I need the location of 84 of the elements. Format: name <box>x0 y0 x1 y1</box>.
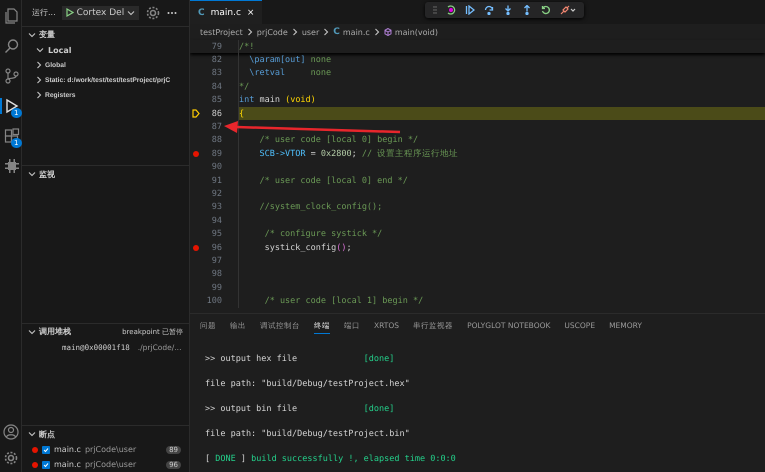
breakpoint-dot <box>32 462 38 468</box>
breadcrumb-item[interactable]: main(void) <box>384 28 438 36</box>
line-number: 85 <box>210 95 222 106</box>
tree-item[interactable]: Local <box>22 42 189 58</box>
current-line-icon <box>192 109 200 118</box>
line-number: 82 <box>210 55 222 66</box>
line-number: 83 <box>210 68 222 78</box>
more-icon[interactable] <box>167 10 178 15</box>
checkbox[interactable] <box>42 446 50 454</box>
section-header[interactable]: 变量 <box>22 26 189 43</box>
account-icon[interactable] <box>2 424 18 440</box>
code-line: \param[out] none <box>248 55 332 66</box>
code-line: { <box>239 108 244 119</box>
terminal-line: [ DONE ] build successfully !, elapsed time 0:0:0 <box>205 454 456 464</box>
line-number: 92 <box>210 188 222 199</box>
chevron-down-icon[interactable] <box>28 170 36 178</box>
line-number: 93 <box>210 202 222 212</box>
chevron-down-icon[interactable] <box>127 8 136 17</box>
cube-icon <box>384 28 392 36</box>
section-header[interactable]: 监视 <box>22 166 189 182</box>
settings-icon[interactable] <box>145 4 162 21</box>
panel-title: 运行... <box>32 7 56 18</box>
line-number: 100 <box>206 296 222 306</box>
code-line: /*! <box>239 42 254 52</box>
breakpoint-dot[interactable] <box>193 244 199 251</box>
chevron-right-icon[interactable] <box>290 28 299 36</box>
disconnect-icon[interactable] <box>560 5 576 15</box>
extensions-icon[interactable] <box>4 128 20 144</box>
line-number: 87 <box>210 122 222 132</box>
line-number: 90 <box>210 162 222 172</box>
breadcrumb-item[interactable]: C main.c <box>333 27 370 37</box>
code-line: int main (void) <box>239 95 316 106</box>
breakpoint-dot[interactable] <box>193 150 199 157</box>
line-number: 79 <box>210 42 222 52</box>
chevron-right-icon[interactable] <box>322 28 330 36</box>
chip-icon[interactable] <box>4 158 20 174</box>
line-number: 89 <box>210 148 222 159</box>
chevron-right-icon[interactable] <box>372 28 381 36</box>
code-line: /* configure systick */ <box>264 229 382 240</box>
chevron-down-icon[interactable] <box>28 328 36 336</box>
breadcrumb-item[interactable]: testProject <box>200 28 243 36</box>
step-out-icon[interactable] <box>522 5 532 15</box>
line-number: 98 <box>210 269 222 280</box>
breakpoint-dot <box>32 446 38 452</box>
line-number: 84 <box>210 82 222 92</box>
launch-config-dropdown[interactable]: Cortex Del <box>62 6 140 20</box>
terminal-line: >> output bin file [done] <box>205 404 394 414</box>
code-line: /* user code [local 0] end */ <box>258 176 408 186</box>
code-line: //system_clock_config(); <box>258 202 382 212</box>
line-number: 96 <box>210 242 222 253</box>
terminal-line: >> output hex file [done] <box>205 354 394 364</box>
step-over-icon[interactable] <box>484 5 494 15</box>
run-debug-icon[interactable] <box>4 98 20 114</box>
breadcrumb-item[interactable]: prjCode <box>256 28 288 36</box>
chevron-right-icon[interactable] <box>246 28 254 36</box>
branch-icon[interactable] <box>4 68 20 84</box>
code-line: SCB->VTOR = 0x2800; // 设置主程序运行地址 <box>258 148 458 160</box>
settings-icon[interactable] <box>2 450 18 466</box>
restart-icon[interactable] <box>541 5 551 15</box>
code-line: /* user code [local 1] begin */ <box>264 296 424 306</box>
files-icon[interactable] <box>4 8 20 24</box>
continue-icon[interactable] <box>465 5 475 15</box>
code-line: /* user code [local 0] begin */ <box>258 135 418 146</box>
section-header[interactable]: 断点 <box>22 426 189 442</box>
step-into-icon[interactable] <box>503 5 513 15</box>
search-icon[interactable] <box>4 38 20 54</box>
editor-tab[interactable]: C main.c × <box>190 0 262 24</box>
code-line: systick_config(); <box>264 242 352 253</box>
line-number: 86 <box>210 108 222 119</box>
terminal-line: file path: "build/Debug/testProject.bin" <box>205 428 410 438</box>
breadcrumb-item[interactable]: user <box>302 28 320 36</box>
terminal-line: file path: "build/Debug/testProject.hex" <box>205 378 410 388</box>
play-icon[interactable] <box>66 8 74 18</box>
line-number: 95 <box>210 229 222 240</box>
line-number: 91 <box>210 176 222 186</box>
checkbox[interactable] <box>42 460 50 468</box>
line-number: 99 <box>210 282 222 293</box>
code-line: \retval none <box>248 68 332 78</box>
chevron-down-icon[interactable] <box>28 430 36 438</box>
line-number: 94 <box>210 216 222 226</box>
code-line: */ <box>239 82 250 92</box>
grip-icon[interactable] <box>433 6 437 14</box>
line-number: 88 <box>210 135 222 146</box>
line-number: 97 <box>210 256 222 266</box>
